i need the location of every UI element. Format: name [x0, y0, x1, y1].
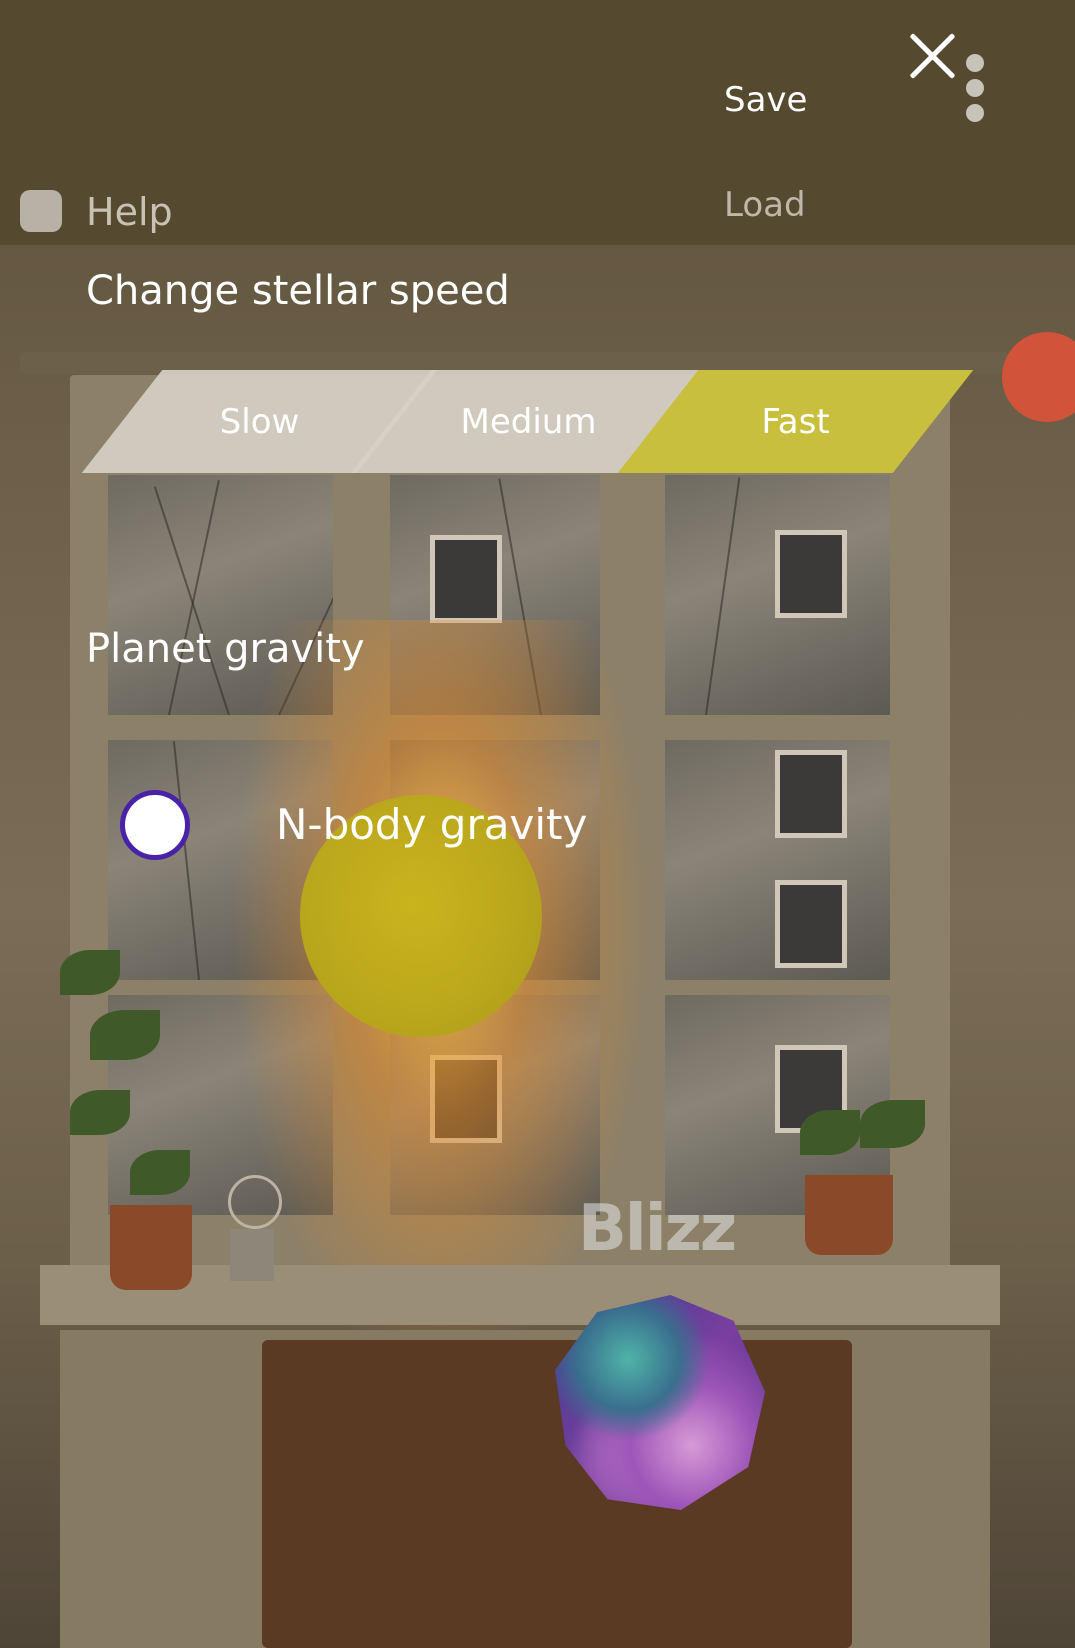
speed-medium-button[interactable]: Medium [350, 370, 707, 473]
stellar-speed-title: Change stellar speed [86, 268, 510, 314]
help-label: Help [86, 190, 173, 234]
load-button[interactable]: Load [724, 185, 806, 225]
speed-button-label: Medium [460, 401, 597, 442]
help-checkbox[interactable] [20, 190, 62, 232]
speed-slow-button[interactable]: Slow [81, 370, 438, 473]
planet-gravity-title: Planet gravity [86, 626, 365, 672]
more-vertical-icon[interactable] [966, 54, 988, 126]
speed-button-label: Slow [219, 401, 300, 442]
n-body-gravity-label[interactable]: N-body gravity [276, 800, 587, 849]
close-icon[interactable] [906, 30, 958, 82]
n-body-gravity-radio[interactable] [120, 790, 190, 860]
speed-button-label: Fast [761, 401, 830, 442]
edge-indicator [1002, 332, 1075, 422]
speed-fast-button[interactable]: Fast [617, 370, 974, 473]
settings-overlay: Save Load Help Change stellar speed Slow… [0, 0, 1075, 1648]
save-button[interactable]: Save [724, 80, 807, 120]
